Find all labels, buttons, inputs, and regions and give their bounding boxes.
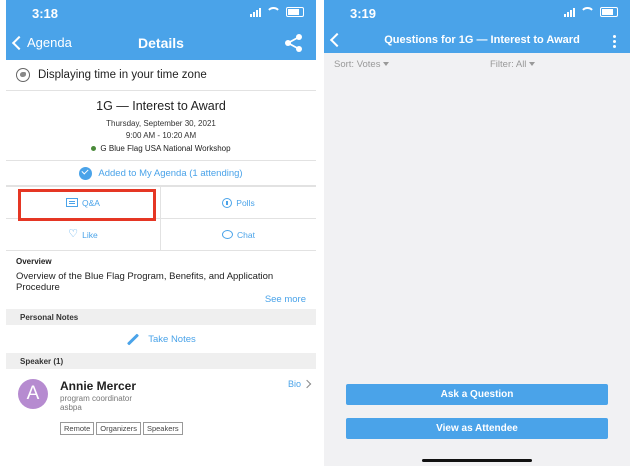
battery-icon	[286, 7, 304, 17]
check-circle-icon	[79, 166, 93, 180]
session-title: 1G — Interest to Award	[96, 99, 226, 113]
overview-text: Overview of the Blue Flag Program, Benef…	[16, 271, 274, 293]
sort-dropdown[interactable]: Sort: Votes	[334, 58, 390, 70]
filter-label: Filter: All	[490, 58, 527, 70]
status-icons	[564, 7, 618, 17]
nav-bar: Questions for 1G — Interest to Award	[324, 26, 630, 53]
session-date: Thursday, September 30, 2021	[106, 119, 216, 128]
tag: Organizers	[96, 422, 141, 435]
agenda-status-text: Added to My Agenda (1 attending)	[98, 167, 243, 179]
status-icons	[250, 7, 304, 17]
bio-link[interactable]: Bio	[287, 379, 312, 389]
signal-icon	[250, 7, 261, 17]
status-bar: 3:19	[324, 0, 630, 26]
caret-down-icon	[383, 61, 390, 66]
pencil-icon	[127, 332, 140, 346]
tag: Speakers	[142, 422, 183, 435]
filter-dropdown[interactable]: Filter: All	[490, 58, 536, 70]
view-as-attendee-button[interactable]: View as Attendee	[346, 418, 608, 439]
more-options-icon[interactable]	[613, 35, 616, 48]
home-indicator	[422, 459, 532, 462]
bio-label: Bio	[287, 379, 301, 389]
like-label: Like	[82, 229, 98, 240]
chevron-right-icon	[302, 379, 312, 389]
status-bar: 3:18	[6, 0, 316, 26]
sort-label: Sort: Votes	[334, 58, 381, 70]
share-icon[interactable]	[284, 33, 304, 53]
signal-icon	[564, 7, 575, 17]
action-grid: Q&A Polls ♡ Like Chat	[6, 186, 316, 251]
speaker-row[interactable]: A Annie Mercer program coordinator asbpa…	[6, 369, 316, 439]
chat-label: Chat	[237, 229, 255, 240]
location-dot-icon	[91, 146, 97, 151]
session-location: G Blue Flag USA National Workshop	[6, 144, 316, 153]
page-title: Questions for 1G — Interest to Award	[384, 34, 580, 46]
tag: Remote	[60, 422, 95, 435]
questions-screen: 3:19 Questions for 1G — Interest to Awar…	[324, 0, 630, 466]
filter-bar: Sort: Votes Filter: All	[324, 53, 630, 75]
page-title: Details	[138, 35, 184, 51]
status-time: 3:18	[32, 6, 59, 21]
personal-notes-header: Personal Notes	[6, 309, 316, 325]
details-screen: 3:18 Agenda Details Displaying time in y…	[6, 0, 316, 466]
take-notes-button[interactable]: Take Notes	[6, 325, 316, 353]
session-time: 9:00 AM - 10:20 AM	[125, 131, 197, 140]
status-time: 3:19	[350, 6, 377, 21]
polls-label: Polls	[236, 197, 255, 208]
highlight-box	[18, 189, 156, 221]
wifi-icon	[580, 7, 595, 17]
location-text: G Blue Flag USA National Workshop	[100, 144, 231, 153]
see-more-link[interactable]: See more	[265, 294, 306, 305]
take-notes-label: Take Notes	[148, 333, 196, 345]
wifi-icon	[266, 7, 281, 17]
polls-icon	[222, 197, 233, 208]
polls-button[interactable]: Polls	[161, 186, 316, 218]
overview-section: Overview Overview of the Blue Flag Progr…	[6, 251, 316, 309]
heart-icon: ♡	[68, 228, 79, 240]
globe-icon	[16, 68, 30, 82]
like-button[interactable]: ♡ Like	[6, 218, 161, 250]
speaker-tags: Remote Organizers Speakers	[60, 422, 183, 435]
nav-bar: Agenda Details	[6, 26, 316, 60]
caret-down-icon	[529, 61, 536, 66]
chat-button[interactable]: Chat	[161, 218, 316, 250]
agenda-status[interactable]: Added to My Agenda (1 attending)	[6, 161, 316, 186]
overview-heading: Overview	[16, 257, 52, 266]
speaker-org: asbpa	[60, 403, 82, 412]
session-info: 1G — Interest to Award Thursday, Septemb…	[6, 91, 316, 161]
battery-icon	[600, 7, 618, 17]
timezone-text: Displaying time in your time zone	[38, 69, 207, 81]
speaker-header: Speaker (1)	[6, 353, 316, 369]
speaker-name: Annie Mercer	[60, 379, 137, 393]
ask-question-button[interactable]: Ask a Question	[346, 384, 608, 405]
avatar: A	[18, 379, 48, 409]
timezone-row: Displaying time in your time zone	[6, 60, 316, 91]
speaker-role: program coordinator	[60, 394, 133, 403]
chat-bubble-icon	[222, 230, 234, 239]
